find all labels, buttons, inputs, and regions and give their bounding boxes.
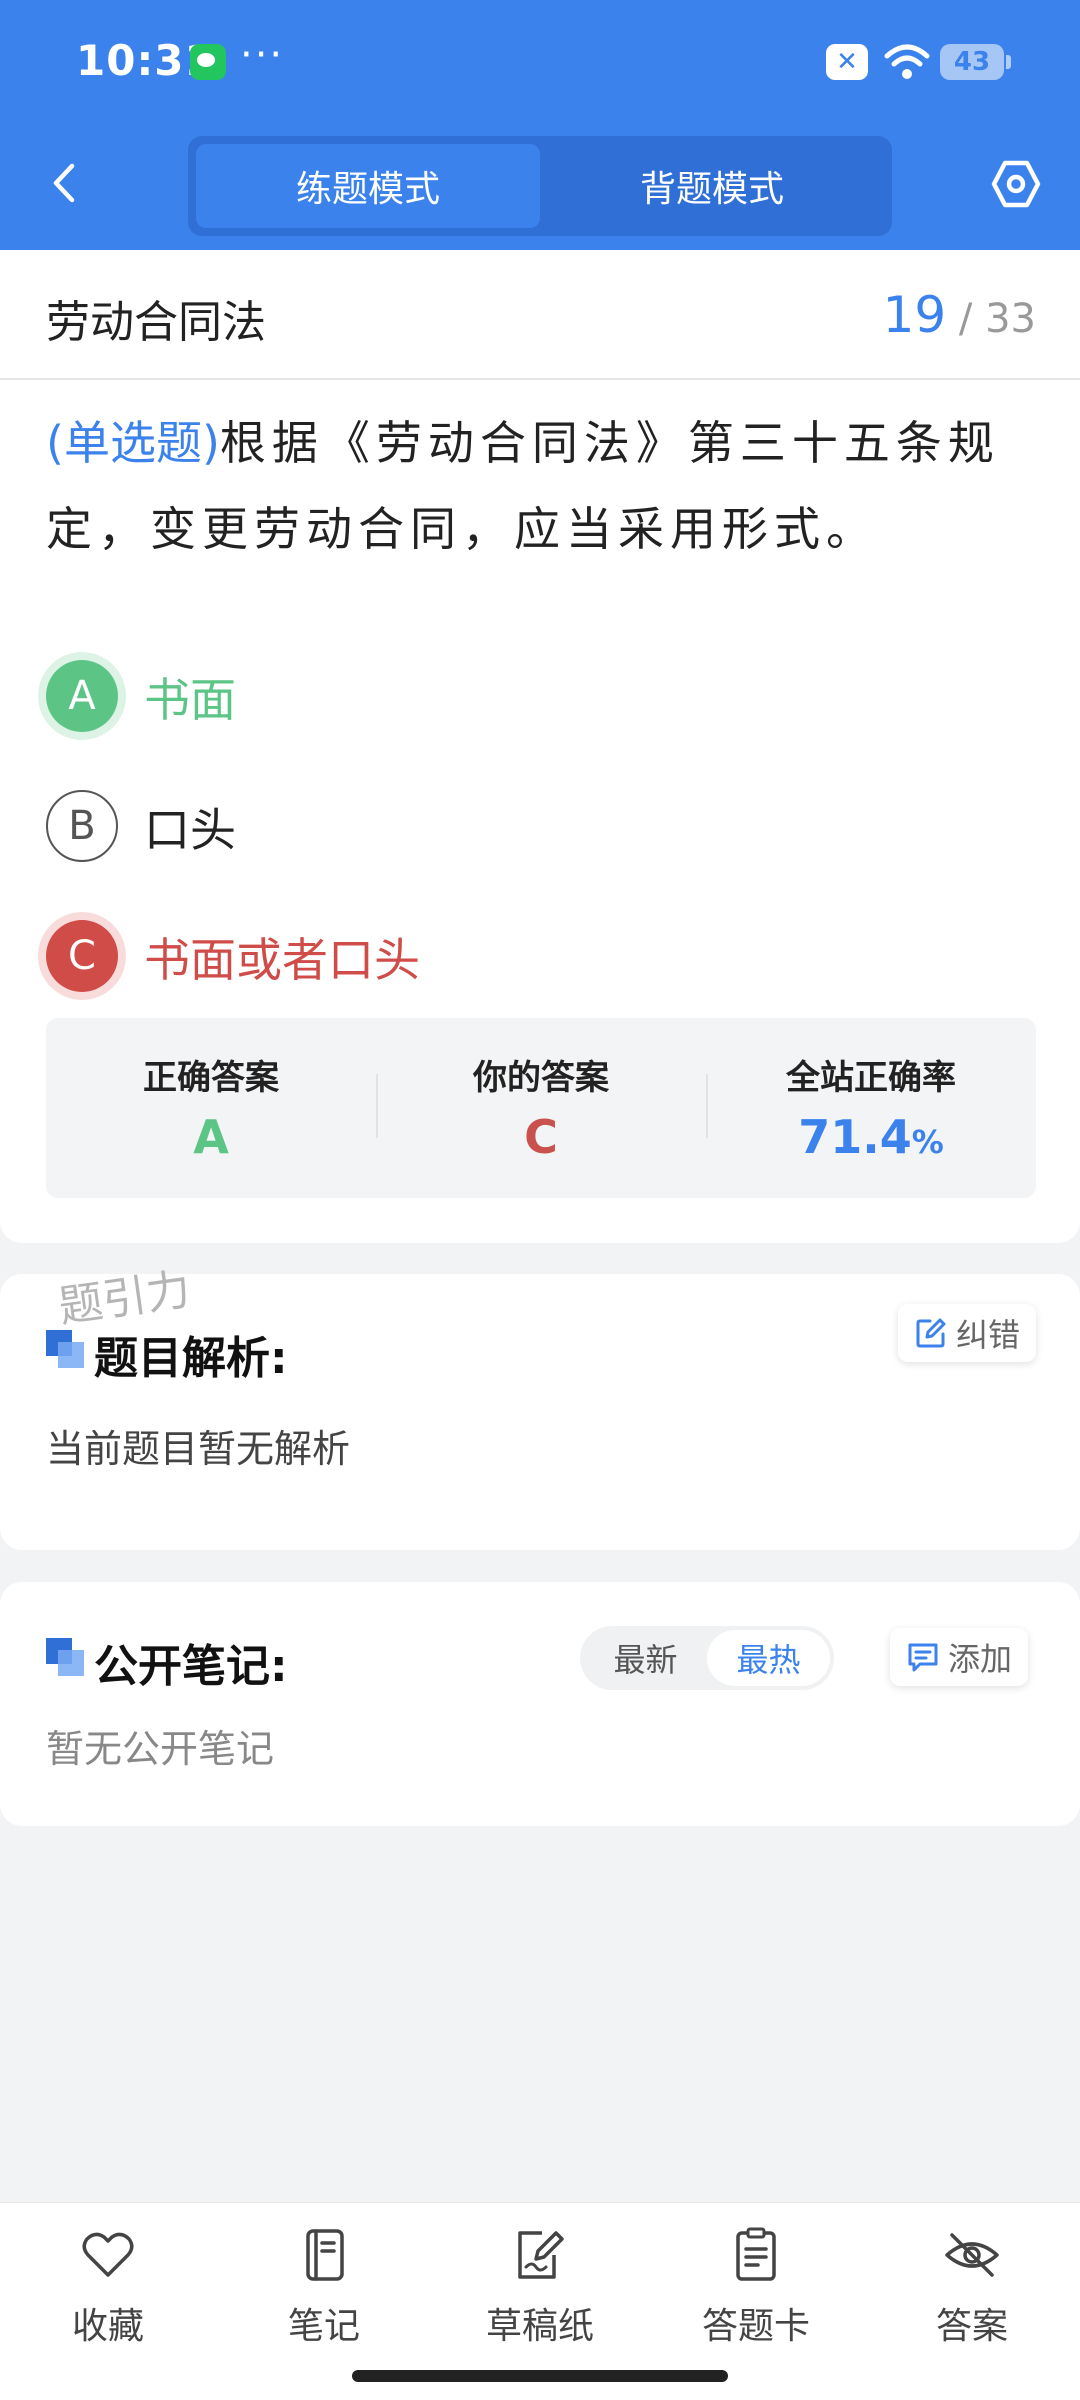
total-count: / 33: [958, 296, 1036, 342]
eye-off-icon: [945, 2233, 999, 2277]
tab-review-mode[interactable]: 背题模式: [540, 144, 884, 228]
section-square-icon: [46, 1638, 84, 1676]
answer-card-label: 答题卡: [701, 2306, 810, 2347]
signal-off-icon: ✕: [826, 44, 868, 80]
rate-unit: %: [911, 1123, 944, 1161]
notes-sort-toggle: 最新 最热: [580, 1626, 834, 1690]
home-indicator[interactable]: [352, 2370, 728, 2382]
comment-icon: [908, 1643, 938, 1672]
stat-correct-answer: 正确答案 A: [46, 1018, 376, 1198]
wechat-icon: [190, 44, 226, 80]
toggle-answer-label: 答案: [935, 2306, 1008, 2347]
answer-stats: 正确答案 A 你的答案 C 全站正确率 71.4%: [46, 1018, 1036, 1198]
notes-label: 笔记: [287, 2306, 360, 2347]
chevron-left-icon[interactable]: [40, 158, 90, 208]
stat-label: 全站正确率: [786, 1058, 956, 1098]
report-error-label: 纠错: [956, 1316, 1021, 1354]
wifi-icon: [884, 44, 930, 79]
notes-card: 公开笔记: 最新 最热 添加 暂无公开笔记: [0, 1582, 1080, 1826]
notes-body: 暂无公开笔记: [46, 1727, 275, 1771]
status-bar: 10:31 ··· ✕ 43: [0, 30, 1080, 94]
stat-label: 正确答案: [143, 1058, 279, 1098]
stat-your-answer: 你的答案 C: [376, 1018, 706, 1198]
draft-paper-label: 草稿纸: [485, 2306, 594, 2347]
option-text: 口头: [144, 803, 236, 857]
mode-switch: 练题模式 背题模式: [188, 136, 892, 236]
tab-practice-mode[interactable]: 练题模式: [196, 144, 540, 228]
option-text: 书面: [144, 673, 236, 727]
question-counter: 19 / 33: [883, 286, 1036, 344]
favorite-label: 收藏: [71, 2306, 144, 2347]
question-text: (单选题)根据《劳动合同法》第三十五条规定，变更劳动合同，应当采用形式。: [46, 400, 1036, 572]
add-note-label: 添加: [948, 1640, 1013, 1678]
option-text: 书面或者口头: [144, 933, 420, 987]
stat-value: A: [193, 1110, 229, 1164]
analysis-body: 当前题目暂无解析: [46, 1427, 351, 1471]
add-note-button[interactable]: 添加: [890, 1628, 1029, 1686]
settings-icon[interactable]: [990, 158, 1042, 210]
option-letter: C: [46, 920, 118, 992]
question-card: 劳动合同法 19 / 33 (单选题)根据《劳动合同法》第三十五条规定，变更劳动…: [0, 250, 1080, 1243]
stat-value: C: [524, 1110, 558, 1164]
question-header: 劳动合同法 19 / 33: [0, 250, 1080, 380]
stat-accuracy-rate: 全站正确率 71.4%: [706, 1018, 1036, 1198]
stat-value: 71.4%: [706, 1110, 1036, 1164]
rate-number: 71.4: [798, 1110, 912, 1164]
report-error-button[interactable]: 纠错: [898, 1304, 1037, 1362]
toggle-answer-button[interactable]: 答案: [892, 2225, 1052, 2349]
answer-card-button[interactable]: 答题卡: [676, 2225, 836, 2349]
analysis-heading: 题目解析:: [94, 1333, 288, 1384]
top-header: 10:31 ··· ✕ 43 练题模式 背题模式: [0, 0, 1080, 250]
sort-hottest[interactable]: 最热: [707, 1630, 830, 1686]
edit-icon: [916, 1318, 946, 1348]
current-index: 19: [882, 286, 947, 344]
option-c[interactable]: C 书面或者口头: [46, 920, 946, 996]
more-notifications-icon: ···: [240, 32, 285, 78]
question-type: (单选题): [46, 416, 220, 470]
favorite-button[interactable]: 收藏: [28, 2225, 188, 2349]
category-title: 劳动合同法: [46, 297, 266, 348]
sort-latest[interactable]: 最新: [584, 1630, 707, 1686]
option-letter: B: [46, 790, 118, 862]
nav-bar: 练题模式 背题模式: [0, 130, 1080, 240]
section-square-icon: [46, 1330, 84, 1368]
draft-paper-icon: [518, 2231, 564, 2279]
draft-paper-button[interactable]: 草稿纸: [460, 2225, 620, 2349]
option-a[interactable]: A 书面: [46, 660, 946, 736]
stat-label: 你的答案: [473, 1058, 609, 1098]
heart-icon: [82, 2232, 134, 2277]
notes-heading: 公开笔记:: [94, 1641, 288, 1692]
option-b[interactable]: B 口头: [46, 790, 946, 866]
notes-button[interactable]: 笔记: [244, 2225, 404, 2349]
battery-indicator: 43: [940, 44, 1011, 80]
answer-card-icon: [736, 2227, 776, 2281]
option-letter: A: [46, 660, 118, 732]
notebook-icon: [306, 2229, 344, 2281]
